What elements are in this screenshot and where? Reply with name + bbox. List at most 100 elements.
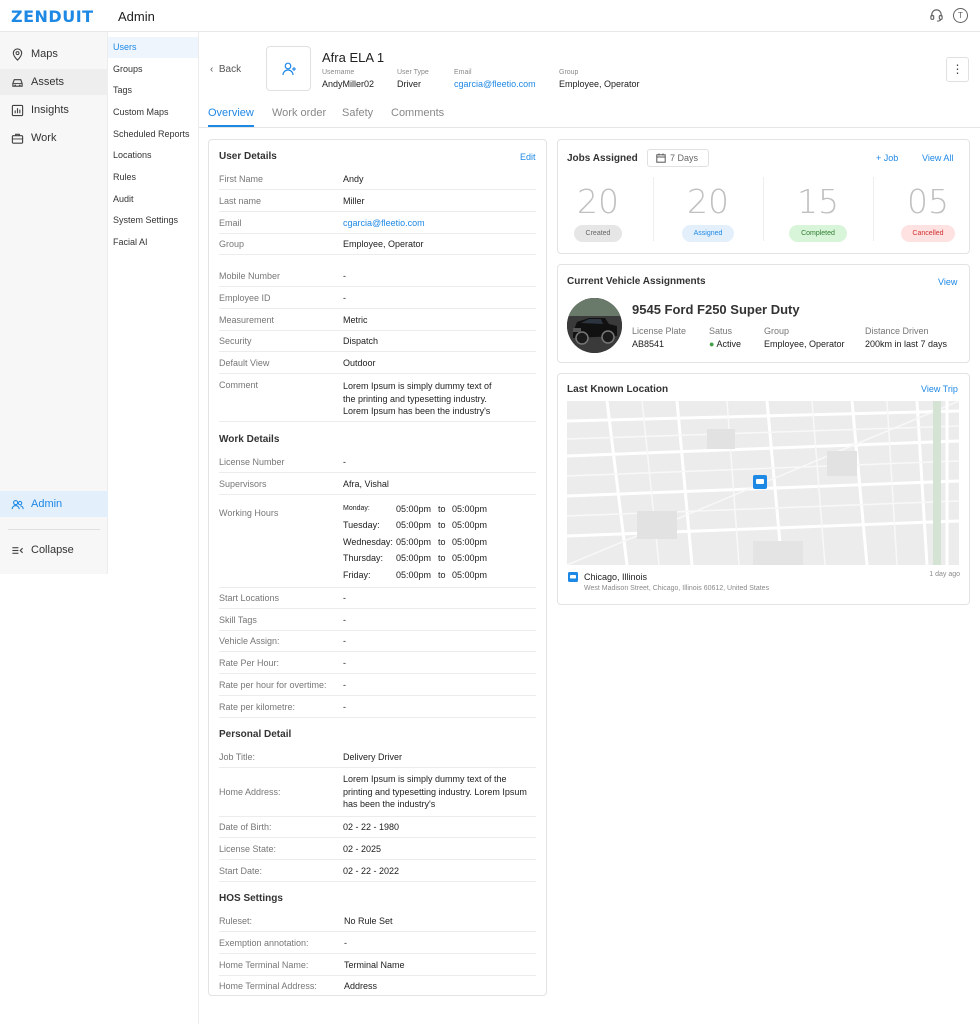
comment-line: Lorem Ipsum is simply dummy text of [343, 381, 492, 391]
tab-work-order[interactable]: Work order [272, 107, 326, 119]
nav-label: Insights [31, 104, 69, 116]
subnav-item-scheduled-reports[interactable]: Scheduled Reports [108, 124, 198, 145]
location-address: West Madison Street, Chicago, Illinois 6… [584, 585, 770, 592]
address-line: printing and typesetting industry. Lorem… [343, 786, 527, 797]
detail-row: Rate per hour for overtime: - [219, 675, 536, 696]
subnav-item-facial-ai[interactable]: Facial AI [108, 232, 198, 253]
row-value: - [343, 680, 346, 690]
weekday-label: Monday: [343, 505, 370, 512]
back-label: Back [218, 64, 242, 75]
detail-row: Start Locations - [219, 588, 536, 609]
row-value: 02 - 22 - 2022 [343, 866, 400, 876]
time-to-label: to [438, 504, 446, 514]
meta-email: Email cgarcia@fleetio.com [454, 69, 536, 89]
time-from: 05:00pm [396, 553, 432, 563]
detail-row: Skill Tags - [219, 610, 536, 631]
status-value: Active [716, 339, 741, 349]
view-all-link[interactable]: View All [922, 153, 953, 163]
more-options-button[interactable]: ⋮ [946, 57, 969, 82]
stat-cancelled-count: 05 [907, 182, 949, 221]
row-key: Rate per kilometre: [219, 702, 296, 712]
user-avatar-icon[interactable]: T [953, 8, 968, 23]
weekday-label: Tuesday: [343, 520, 380, 530]
time-from: 05:00pm [396, 537, 432, 547]
row-key: Home Terminal Address: [219, 981, 317, 991]
edit-button[interactable]: Edit [520, 152, 536, 162]
detail-row: Default View Outdoor [219, 353, 536, 374]
row-value: - [343, 702, 346, 712]
row-value: Delivery Driver [343, 752, 403, 762]
email-link[interactable]: cgarcia@fleetio.com [343, 218, 425, 228]
vehicle-name[interactable]: 9545 Ford F250 Super Duty [632, 302, 800, 317]
tab-overview[interactable]: Overview [208, 107, 254, 119]
row-key: Home Address: [219, 787, 281, 797]
detail-row: Rate Per Hour: - [219, 653, 536, 674]
back-button[interactable]: ‹ Back [210, 64, 241, 75]
vehicle-field-label: Group [764, 326, 790, 336]
row-value: - [343, 636, 346, 646]
detail-row-working-hours: Working Hours Monday: 05:00pm to 05:00pm… [219, 496, 536, 588]
meta-user-type: User Type Driver [397, 69, 429, 89]
row-value: - [343, 293, 346, 303]
email-link[interactable]: cgarcia@fleetio.com [454, 79, 536, 89]
period-label: 7 Days [670, 153, 699, 163]
detail-row: First Name Andy [219, 169, 536, 190]
subnav-item-locations[interactable]: Locations [108, 145, 198, 166]
zenduit-logo[interactable]: ZENDUIT [11, 7, 94, 26]
nav-item-work[interactable]: Work [0, 125, 108, 151]
weekday-label: Friday: [343, 570, 371, 580]
tab-safety[interactable]: Safety [342, 107, 373, 119]
comment-text: Lorem Ipsum is simply dummy text of the … [343, 380, 533, 418]
stat-cancelled-badge: Cancelled [901, 225, 955, 242]
row-key: Start Locations [219, 593, 280, 603]
nav-item-maps[interactable]: Maps [0, 41, 108, 67]
nav-label: Maps [31, 48, 58, 60]
subnav-item-custom-maps[interactable]: Custom Maps [108, 102, 198, 123]
map-pin-icon [12, 47, 23, 61]
detail-row: Vehicle Assign: - [219, 631, 536, 652]
detail-row: Employee ID - [219, 288, 536, 309]
row-value: - [343, 615, 346, 625]
user-photo-placeholder[interactable] [266, 46, 311, 91]
subnav-item-users[interactable]: Users [108, 37, 198, 58]
location-map[interactable] [567, 401, 959, 565]
row-key: Rate Per Hour: [219, 658, 280, 668]
row-value: Andy [343, 174, 364, 184]
meta-value: Employee, Operator [559, 79, 640, 89]
location-timestamp: 1 day ago [929, 571, 960, 578]
vehicle-group-value: Employee, Operator [764, 339, 845, 349]
nav-label: Collapse [31, 544, 74, 556]
subnav-item-audit[interactable]: Audit [108, 189, 198, 210]
headset-icon[interactable] [929, 8, 944, 23]
view-trip-link[interactable]: View Trip [921, 384, 958, 394]
nav-item-assets[interactable]: Assets [0, 69, 108, 95]
collapse-button[interactable]: Collapse [0, 537, 108, 563]
subnav-item-rules[interactable]: Rules [108, 167, 198, 188]
stat-divider [763, 177, 764, 241]
vehicle-view-link[interactable]: View [938, 277, 957, 287]
row-value: - [343, 593, 346, 603]
vehicle-photo[interactable] [567, 298, 622, 353]
period-selector[interactable]: 7 Days [647, 149, 709, 167]
add-job-button[interactable]: + Job [876, 153, 898, 163]
subnav-item-groups[interactable]: Groups [108, 59, 198, 80]
nav-label: Admin [31, 498, 63, 510]
meta-value: Driver [397, 79, 421, 89]
vehicle-field-label: License Plate [632, 326, 687, 336]
subnav-item-system-settings[interactable]: System Settings [108, 210, 198, 231]
row-value: - [343, 658, 346, 668]
add-job-label: Job [883, 153, 899, 163]
nav-item-admin[interactable]: Admin [0, 491, 108, 517]
time-from: 05:00pm [396, 570, 432, 580]
nav-item-insights[interactable]: Insights [0, 97, 108, 123]
detail-row: Security Dispatch [219, 331, 536, 352]
chart-icon [11, 104, 24, 116]
detail-row: Home Terminal Address: Address [219, 976, 536, 997]
detail-row: Group Employee, Operator [219, 234, 536, 255]
page-title: Admin [118, 9, 155, 24]
tab-comments[interactable]: Comments [391, 107, 444, 119]
plus-icon: + [876, 153, 884, 163]
user-details-card: User Details Edit First Name Andy Last na… [208, 139, 547, 996]
row-key: License Number [219, 457, 285, 467]
subnav-item-tags[interactable]: Tags [108, 80, 198, 101]
